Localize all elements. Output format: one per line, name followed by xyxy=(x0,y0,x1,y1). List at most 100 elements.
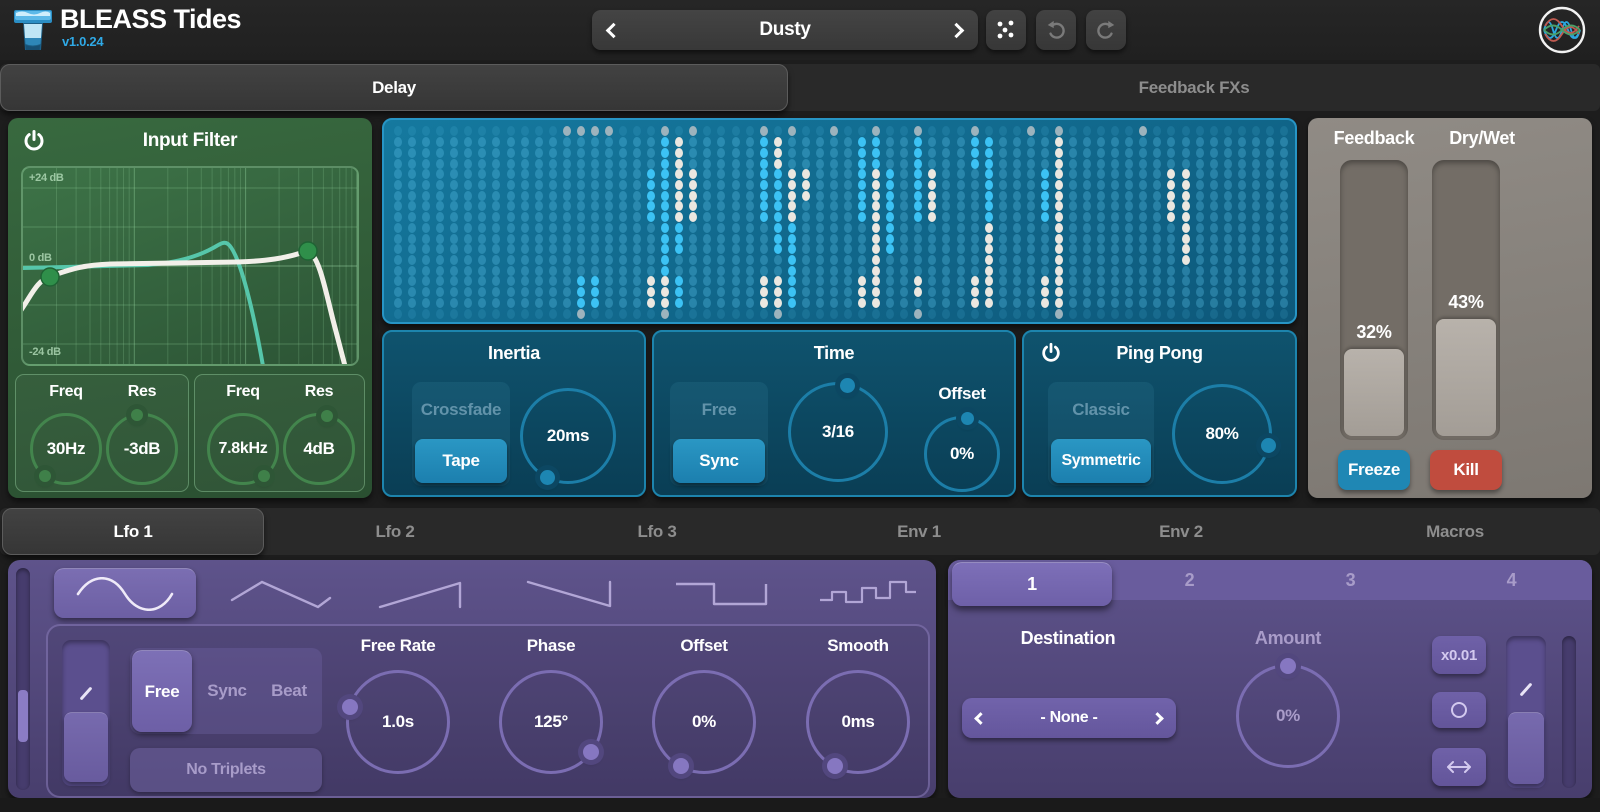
mod-slot-4[interactable]: 4 xyxy=(1431,560,1592,600)
preset-name[interactable]: Dusty xyxy=(619,19,951,41)
smooth-label: Smooth xyxy=(778,636,938,656)
filter-low-handle[interactable] xyxy=(41,268,59,286)
filter-high-handle[interactable] xyxy=(299,242,317,260)
time-mode-toggle[interactable]: Free Sync xyxy=(670,382,768,486)
mod-slot-3[interactable]: 3 xyxy=(1270,560,1431,600)
mod-amount-fader[interactable] xyxy=(1506,636,1546,788)
inertia-knob[interactable]: 20ms xyxy=(520,388,616,484)
randomize-button[interactable] xyxy=(986,10,1026,50)
waveform-square-button[interactable] xyxy=(660,568,785,618)
filter-axis-bottom: -24 dB xyxy=(29,346,61,358)
lfo-output-meter[interactable] xyxy=(16,568,30,790)
time-offset-knob[interactable]: 0% xyxy=(924,416,1000,492)
waveform-saw-down-button[interactable] xyxy=(514,568,639,618)
filter-high-res-knob[interactable]: 4dB xyxy=(283,413,355,485)
free-rate-knob[interactable]: 1.0s xyxy=(346,670,450,774)
destination-value[interactable]: - None - xyxy=(1040,709,1097,727)
preset-selector[interactable]: Dusty xyxy=(592,10,978,50)
filter-low-band-box: Freq Res 30Hz -3dB xyxy=(15,374,189,492)
mod-tab-row: Lfo 1 Lfo 2 Lfo 3 Env 1 Env 2 Macros xyxy=(0,508,1600,555)
tab-env-2[interactable]: Env 2 xyxy=(1050,508,1312,555)
rate-mode-beat[interactable]: Beat xyxy=(258,648,320,734)
inertia-mode-tape[interactable]: Tape xyxy=(415,439,507,483)
destination-next-chevron-icon[interactable] xyxy=(1151,712,1164,725)
inertia-panel: Inertia Crossfade Tape 20ms xyxy=(382,330,646,497)
delay-visualizer xyxy=(382,118,1297,324)
drywet-fill[interactable] xyxy=(1436,319,1496,436)
tab-lfo-2[interactable]: Lfo 2 xyxy=(264,508,526,555)
ping-pong-panel: Ping Pong Classic Symmetric 80% xyxy=(1022,330,1297,497)
destination-prev-chevron-icon[interactable] xyxy=(974,712,987,725)
filter-low-freq-knob[interactable]: 30Hz xyxy=(30,413,102,485)
filter-low-res-knob[interactable]: -3dB xyxy=(106,413,178,485)
feedback-value: 32% xyxy=(1340,322,1408,343)
preset-next-chevron-icon[interactable] xyxy=(949,22,965,38)
undo-icon xyxy=(1045,19,1067,41)
tab-env-1[interactable]: Env 1 xyxy=(788,508,1050,555)
feedback-fill[interactable] xyxy=(1344,349,1404,436)
mod-slot-1[interactable]: 1 xyxy=(952,562,1112,606)
amount-multiplier-button[interactable]: x0.01 xyxy=(1432,636,1486,674)
phase-knob[interactable]: 125° xyxy=(499,670,603,774)
destination-selector[interactable]: - None - xyxy=(962,698,1176,738)
filter-axis-mid: 0 dB xyxy=(29,252,52,264)
offset-knob[interactable]: 0% xyxy=(652,670,756,774)
time-mode-free[interactable]: Free xyxy=(670,382,768,437)
amount-polarity-button[interactable] xyxy=(1432,692,1486,728)
filter-curve-svg xyxy=(23,168,357,364)
time-knob[interactable]: 3/16 xyxy=(788,382,888,482)
filter-high-res-label: Res xyxy=(281,383,357,401)
waveform-random-button[interactable] xyxy=(808,568,928,618)
lfo-depth-fader-handle[interactable] xyxy=(64,712,108,782)
waveform-saw-up-button[interactable] xyxy=(366,568,491,618)
lfo-rate-mode-toggle: Free Sync Beat xyxy=(130,648,322,734)
triplets-button[interactable]: No Triplets xyxy=(130,748,322,792)
lfo-depth-fader[interactable] xyxy=(62,640,110,786)
time-mode-sync[interactable]: Sync xyxy=(673,439,765,483)
delay-dot-grid xyxy=(391,126,1291,319)
filter-curve-editor[interactable]: +24 dB 0 dB -24 dB xyxy=(21,166,359,366)
redo-icon xyxy=(1095,19,1117,41)
bleass-brand-logo-icon[interactable] xyxy=(1538,6,1586,54)
tab-lfo-3[interactable]: Lfo 3 xyxy=(526,508,788,555)
tab-feedback-fxs[interactable]: Feedback FXs xyxy=(788,64,1600,111)
time-offset-label: Offset xyxy=(922,384,1002,404)
amount-spread-button[interactable] xyxy=(1432,748,1486,786)
feedback-label: Feedback xyxy=(1324,128,1424,149)
ping-pong-mode-toggle[interactable]: Classic Symmetric xyxy=(1048,382,1154,486)
rate-mode-free[interactable]: Free xyxy=(132,650,192,732)
mix-panel: Feedback Dry/Wet 32% 43% Freeze Kill xyxy=(1308,118,1592,498)
inertia-mode-crossfade[interactable]: Crossfade xyxy=(412,382,510,437)
redo-button[interactable] xyxy=(1086,10,1126,50)
left-right-arrow-icon xyxy=(1445,760,1473,774)
rate-mode-sync[interactable]: Sync xyxy=(196,648,258,734)
drywet-slider[interactable]: 43% xyxy=(1432,160,1500,440)
waveform-sine-button[interactable] xyxy=(54,568,196,618)
mod-amount-fader-handle[interactable] xyxy=(1508,712,1544,784)
filter-high-freq-knob[interactable]: 7.8kHz xyxy=(207,413,279,485)
ping-pong-mode-symmetric[interactable]: Symmetric xyxy=(1051,439,1151,483)
smooth-knob[interactable]: 0ms xyxy=(806,670,910,774)
sine-wave-icon xyxy=(70,577,180,611)
drywet-label: Dry/Wet xyxy=(1432,128,1532,149)
bottom-edge xyxy=(0,798,1600,812)
freeze-button[interactable]: Freeze xyxy=(1338,450,1410,490)
app-logo-icon xyxy=(12,8,54,52)
lfo-output-meter-handle[interactable] xyxy=(18,690,28,742)
mod-slot-2[interactable]: 2 xyxy=(1109,560,1270,600)
amount-knob[interactable]: 0% xyxy=(1236,664,1340,768)
inertia-mode-toggle[interactable]: Crossfade Tape xyxy=(412,382,510,486)
tab-macros[interactable]: Macros xyxy=(1312,508,1598,555)
mod-amount-meter xyxy=(1562,636,1576,788)
tab-delay[interactable]: Delay xyxy=(0,64,788,111)
time-title: Time xyxy=(654,343,1014,364)
tab-lfo-1[interactable]: Lfo 1 xyxy=(2,508,264,555)
undo-button[interactable] xyxy=(1036,10,1076,50)
feedback-slider[interactable]: 32% xyxy=(1340,160,1408,440)
kill-button[interactable]: Kill xyxy=(1430,450,1502,490)
ping-pong-knob[interactable]: 80% xyxy=(1172,384,1272,484)
waveform-triangle-button[interactable] xyxy=(218,568,343,618)
time-panel: Time Free Sync 3/16 Offset 0% xyxy=(652,330,1016,497)
ping-pong-mode-classic[interactable]: Classic xyxy=(1048,382,1154,437)
lfo-controls-box: Free Sync Beat No Triplets Free Rate 1.0… xyxy=(46,624,930,798)
